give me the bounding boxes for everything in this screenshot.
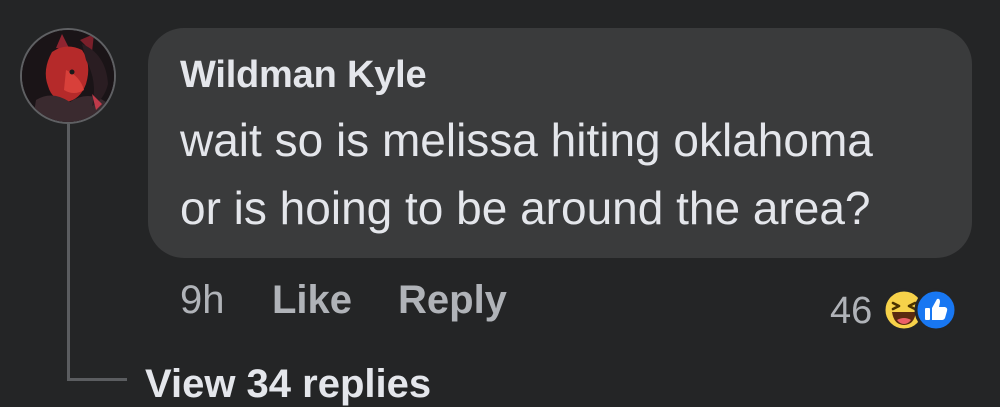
thread-connector — [67, 378, 127, 381]
thread-line — [67, 124, 70, 381]
avatar[interactable] — [20, 28, 116, 124]
comment-author-name[interactable]: Wildman Kyle — [180, 54, 427, 97]
comment-timestamp[interactable]: 9h — [180, 278, 225, 323]
comment-text: wait so is melissa hiting oklahoma or is… — [180, 106, 970, 242]
avatar-image — [22, 30, 114, 122]
view-replies-link[interactable]: View 34 replies — [145, 362, 431, 407]
comment-thread: Wildman Kyle wait so is melissa hiting o… — [0, 0, 1000, 407]
reaction-count: 46 — [830, 290, 873, 332]
reaction-summary[interactable]: 46 — [830, 288, 970, 336]
comment-text-line-1: wait so is melissa hiting oklahoma — [180, 114, 873, 166]
like-button[interactable]: Like — [272, 278, 352, 323]
reply-button[interactable]: Reply — [398, 278, 507, 323]
reaction-icons — [882, 288, 972, 332]
like-icon — [914, 288, 958, 332]
comment-text-line-2: or is hoing to be around the area? — [180, 182, 871, 234]
